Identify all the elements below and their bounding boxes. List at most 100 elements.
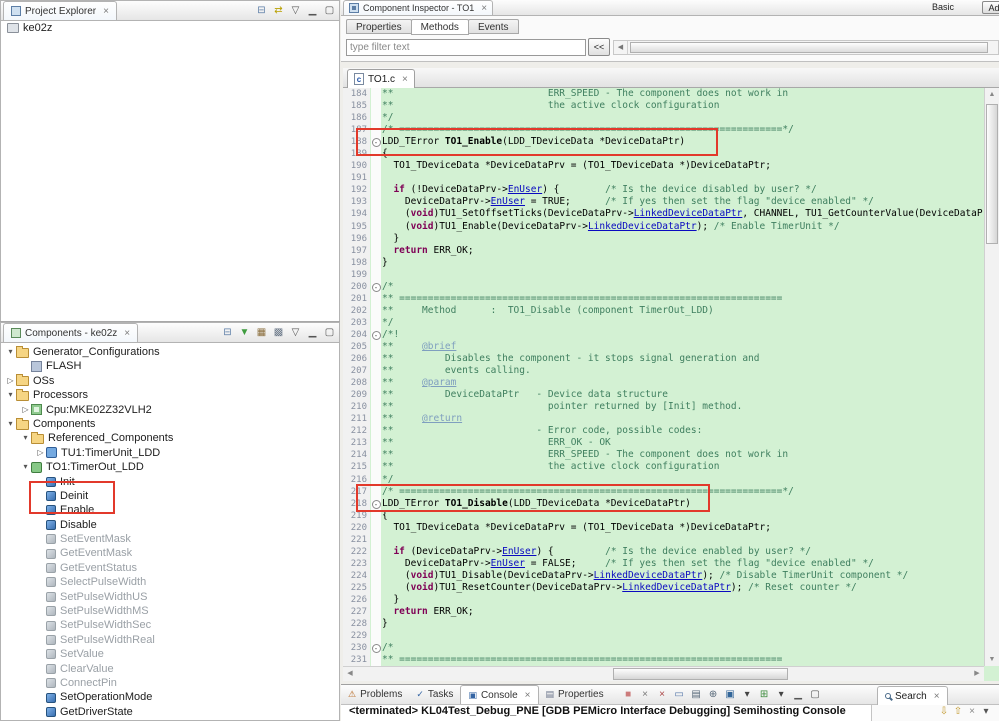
tree-item-disable[interactable]: Disable: [1, 518, 339, 532]
tree-item-setpulsewidthreal[interactable]: SetPulseWidthReal: [1, 633, 339, 647]
view-menu-icon[interactable]: ▽: [288, 4, 303, 18]
package-explorer-icon[interactable]: ▩: [271, 326, 286, 340]
line-number-ruler[interactable]: 184 185 186 187 188 189 190 191 192 193 194 195 196 1…: [343, 88, 370, 666]
tab-components[interactable]: Components - ke02z ×: [3, 323, 139, 342]
package-icon[interactable]: ▦: [254, 326, 269, 340]
scrollbar-thumb[interactable]: [613, 668, 788, 680]
search-menu-icon[interactable]: ▾: [979, 705, 993, 719]
scrollbar-thumb[interactable]: [630, 42, 988, 53]
tree-item-setvalue[interactable]: SetValue: [1, 647, 339, 661]
minimize-icon[interactable]: ▁: [305, 4, 320, 18]
collapse-arrow-icon[interactable]: ▾: [5, 388, 16, 402]
tab-to1c[interactable]: c TO1.c ×: [347, 69, 415, 88]
console-output[interactable]: <terminated> KL04Test_Debug_PNE [GDB PEM…: [341, 705, 871, 721]
close-icon[interactable]: ×: [525, 690, 531, 701]
maximize-icon[interactable]: ▢: [322, 4, 337, 18]
tree-item-setoperationmode[interactable]: SetOperationMode: [1, 690, 339, 704]
tree-item-oss[interactable]: ▷ OSs: [1, 374, 339, 388]
tree-item-setpulsewidthms[interactable]: SetPulseWidthMS: [1, 604, 339, 618]
collapse-filter-button[interactable]: <<: [588, 38, 610, 56]
code-content[interactable]: ** ERR_SPEED - The component does not wo…: [382, 88, 984, 666]
collapse-arrow-icon[interactable]: ▾: [5, 417, 16, 431]
tab-project-explorer[interactable]: Project Explorer ×: [3, 1, 117, 20]
display-console-icon[interactable]: ▣: [723, 688, 738, 702]
vertical-scrollbar[interactable]: ▲ ▼: [984, 88, 999, 666]
link-with-editor-icon[interactable]: ⇄: [271, 4, 286, 18]
tab-console[interactable]: ▣ Console ×: [460, 685, 539, 704]
tab-search[interactable]: Search ×: [877, 686, 948, 705]
tree-item-to1:timerout_ldd[interactable]: ▾ TO1:TimerOut_LDD: [1, 460, 339, 474]
open-console-menu-icon[interactable]: ▾: [774, 688, 789, 702]
inspector-horizontal-scrollbar[interactable]: ◀: [613, 40, 999, 55]
open-console-icon[interactable]: ⊞: [757, 688, 772, 702]
minimize-icon[interactable]: ▁: [791, 688, 806, 702]
tree-item-geteventmask[interactable]: GetEventMask: [1, 546, 339, 560]
tree-item-components[interactable]: ▾ Components: [1, 417, 339, 431]
expand-arrow-icon[interactable]: ▷: [35, 446, 46, 460]
maximize-icon[interactable]: ▢: [322, 326, 337, 340]
advanced-mode-button[interactable]: Adva: [982, 1, 999, 14]
minimize-icon[interactable]: ▁: [305, 326, 320, 340]
collapse-arrow-icon[interactable]: ▾: [20, 431, 31, 445]
tree-item-setpulsewidthus[interactable]: SetPulseWidthUS: [1, 590, 339, 604]
collapse-arrow-icon[interactable]: ▾: [5, 345, 16, 359]
search-prev-icon[interactable]: ⇧: [951, 705, 965, 719]
tab-properties[interactable]: Properties: [346, 19, 412, 34]
clear-console-icon[interactable]: ▭: [672, 688, 687, 702]
tree-item-getdriverstate[interactable]: GetDriverState: [1, 705, 339, 719]
tab-events[interactable]: Events: [467, 19, 519, 34]
collapse-fold-icon[interactable]: -: [371, 644, 381, 654]
tree-item-selectpulsewidth[interactable]: SelectPulseWidth: [1, 575, 339, 589]
scroll-left-icon[interactable]: ◀: [614, 41, 628, 54]
tab-properties[interactable]: ▤ Properties: [539, 685, 611, 704]
scroll-up-icon[interactable]: ▲: [985, 88, 999, 101]
close-icon[interactable]: ×: [103, 6, 109, 17]
collapse-fold-icon[interactable]: -: [371, 282, 381, 292]
filter-input[interactable]: [346, 38, 586, 56]
code-editor[interactable]: 184 185 186 187 188 189 190 191 192 193 194 195 196 1…: [343, 88, 999, 681]
display-console-menu-icon[interactable]: ▾: [740, 688, 755, 702]
tab-problems[interactable]: ⚠ Problems: [341, 685, 409, 704]
tree-item-processors[interactable]: ▾ Processors: [1, 388, 339, 402]
search-next-icon[interactable]: ⇩: [937, 705, 951, 719]
tree-item-clearvalue[interactable]: ClearValue: [1, 662, 339, 676]
tab-methods[interactable]: Methods: [410, 19, 469, 35]
collapse-all-icon[interactable]: ⊟: [220, 326, 235, 340]
horizontal-scrollbar[interactable]: ◀ ▶: [343, 666, 984, 681]
tree-item-referenced_components[interactable]: ▾ Referenced_Components: [1, 431, 339, 445]
pin-console-icon[interactable]: ⊕: [706, 688, 721, 702]
collapse-all-icon[interactable]: ⊟: [254, 4, 269, 18]
scroll-lock-icon[interactable]: ▤: [689, 688, 704, 702]
tree-item-connectpin[interactable]: ConnectPin: [1, 676, 339, 690]
tab-component-inspector[interactable]: Component Inspector - TO1 ×: [343, 0, 494, 15]
scrollbar-thumb[interactable]: [986, 104, 998, 244]
close-icon[interactable]: ×: [402, 74, 408, 85]
close-icon[interactable]: ×: [934, 691, 940, 702]
basic-mode-button[interactable]: Basic: [927, 1, 959, 14]
tab-tasks[interactable]: ✓ Tasks: [409, 685, 460, 704]
tree-item-generator_configurations[interactable]: ▾ Generator_Configurations: [1, 345, 339, 359]
collapse-fold-icon[interactable]: -: [371, 330, 381, 340]
close-icon[interactable]: ×: [481, 3, 487, 14]
tree-item-cpu:mke02z32vlh2[interactable]: ▷ Cpu:MKE02Z32VLH2: [1, 403, 339, 417]
remove-all-launches-icon[interactable]: ×: [655, 688, 670, 702]
tree-item-seteventmask[interactable]: SetEventMask: [1, 532, 339, 546]
tree-item-setpulsewidthsec[interactable]: SetPulseWidthSec: [1, 618, 339, 632]
scroll-down-icon[interactable]: ▼: [985, 653, 999, 666]
tree-item-tu1:timerunit_ldd[interactable]: ▷ TU1:TimerUnit_LDD: [1, 446, 339, 460]
close-icon[interactable]: ×: [124, 328, 130, 339]
remove-launch-icon[interactable]: ×: [638, 688, 653, 702]
cancel-search-icon[interactable]: ×: [965, 705, 979, 719]
collapse-arrow-icon[interactable]: ▾: [20, 460, 31, 474]
expand-arrow-icon[interactable]: ▷: [5, 374, 16, 388]
tree-item-geteventstatus[interactable]: GetEventStatus: [1, 561, 339, 575]
expand-arrow-icon[interactable]: ▷: [20, 403, 31, 417]
tree-item-ke02z[interactable]: ke02z: [1, 21, 339, 35]
view-menu-icon[interactable]: ▽: [288, 326, 303, 340]
filter-icon[interactable]: ▼: [237, 326, 252, 340]
scroll-right-icon[interactable]: ▶: [970, 667, 984, 681]
tree-item-flash[interactable]: FLASH: [1, 359, 339, 373]
maximize-icon[interactable]: ▢: [808, 688, 823, 702]
scroll-left-icon[interactable]: ◀: [343, 667, 357, 681]
terminate-icon[interactable]: ■: [621, 688, 636, 702]
